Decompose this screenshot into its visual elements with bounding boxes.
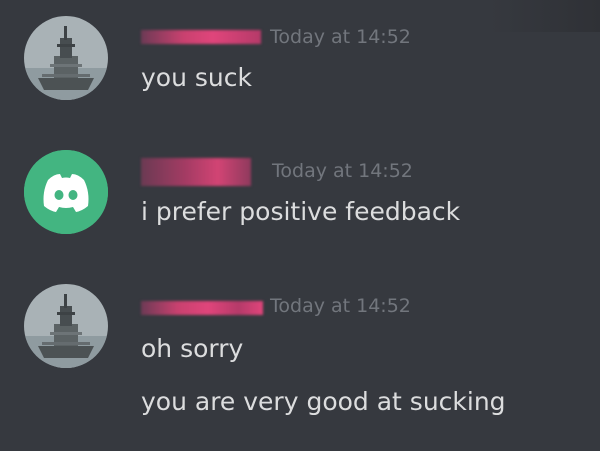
message-text: i prefer positive feedback (141, 197, 461, 226)
ship-photo-icon (24, 16, 108, 100)
message-text: you suck (141, 63, 252, 92)
chat-message: Today at 14:52 i prefer positive feedbac… (0, 125, 600, 265)
chat-message-list: Today at 14:52 you suck Today at 14:52 i… (0, 0, 600, 451)
message-timestamp: Today at 14:52 (272, 160, 413, 182)
message-text: you are very good at sucking (141, 387, 506, 416)
redacted-username[interactable] (141, 301, 263, 315)
user-avatar[interactable] (24, 284, 108, 368)
message-timestamp: Today at 14:52 (270, 295, 411, 317)
redacted-username[interactable] (141, 158, 251, 186)
chat-message: Today at 14:52 you suck (0, 0, 600, 125)
redacted-username[interactable] (141, 30, 261, 44)
ship-photo-icon (24, 284, 108, 368)
message-text: oh sorry (141, 334, 244, 363)
user-avatar[interactable] (24, 16, 108, 100)
chat-message: Today at 14:52 oh sorry you are very goo… (0, 265, 600, 451)
message-timestamp: Today at 14:52 (270, 26, 411, 48)
discord-logo-icon (24, 150, 108, 234)
user-avatar[interactable] (24, 150, 108, 234)
